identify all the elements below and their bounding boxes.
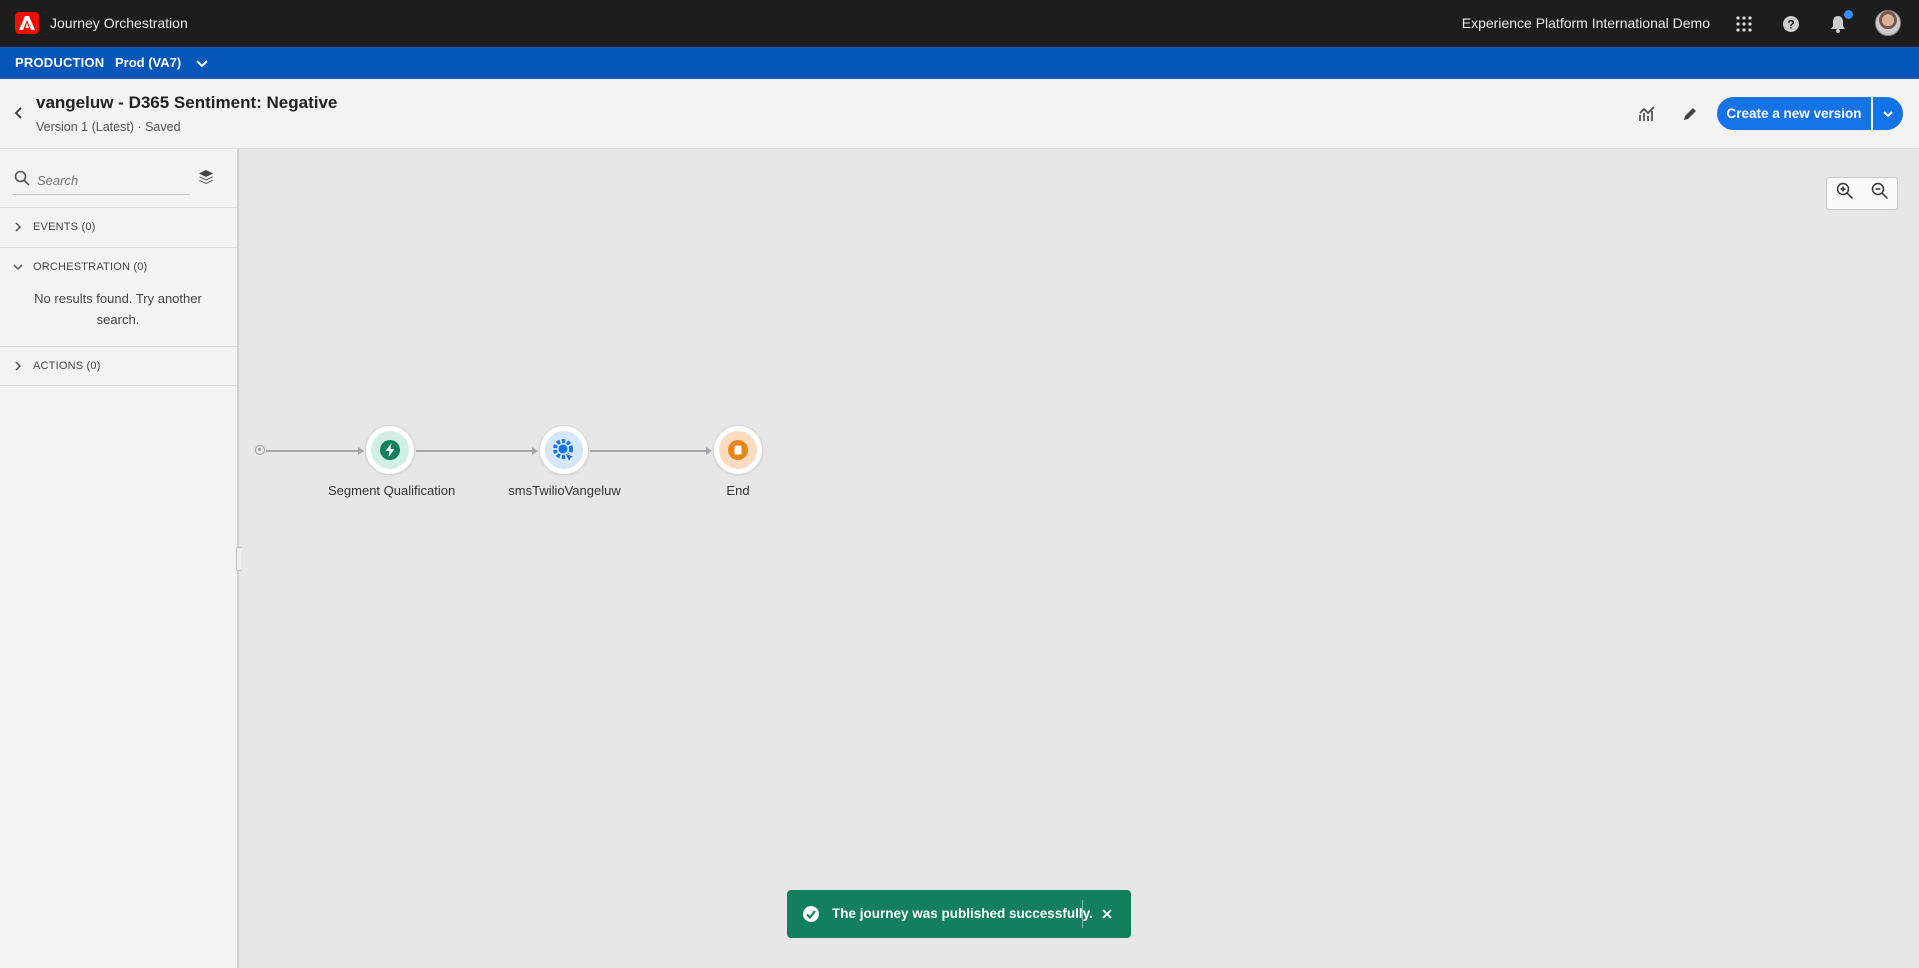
section-label: EVENTS (0) [33,221,96,233]
lightning-icon [380,440,400,460]
empty-message: No results found. Try another search. [34,291,202,327]
environment-bar: PRODUCTION Prod (VA7) [0,47,1919,79]
connector-arrow [358,447,364,455]
node-segment-qualification[interactable] [365,425,415,475]
chevron-down-icon [13,264,23,271]
create-new-version-button[interactable]: Create a new version [1717,97,1871,130]
chevron-down-icon [1883,110,1893,117]
connector-line [590,450,707,452]
zoom-out-icon[interactable] [1871,182,1889,205]
section-orchestration: ORCHESTRATION (0) No results found. Try … [0,247,237,346]
section-label: ORCHESTRATION (0) [33,261,148,273]
toast-message: The journey was published successfully. [832,906,1093,921]
custom-action-gear-icon [553,439,577,463]
toast-divider [1082,900,1083,928]
activity-palette: EVENTS (0) ORCHESTRATION (0) No results … [0,149,239,968]
sandbox-selector[interactable]: Prod (VA7) [115,55,181,70]
search-icon [14,170,30,191]
apps-grid-icon[interactable] [1732,12,1756,36]
edit-pencil-icon[interactable] [1679,103,1701,125]
environment-label: PRODUCTION [15,55,105,70]
svg-text:?: ? [1787,18,1794,32]
node-label: Segment Qualification [328,483,456,498]
palette-search [12,167,190,195]
node-end[interactable] [713,425,763,475]
adobe-logo[interactable] [15,12,39,34]
avatar[interactable] [1875,10,1901,36]
app-title[interactable]: Journey Orchestration [50,15,188,31]
node-icon-wrap [371,431,409,469]
help-icon[interactable]: ? [1779,12,1803,36]
close-icon[interactable] [1099,906,1115,922]
node-icon-wrap [545,431,583,469]
node-sms-action[interactable] [539,425,589,475]
section-label: ACTIONS (0) [33,360,101,372]
node-label: smsTwilioVangeluw [508,483,621,498]
journey-header: vangeluw - D365 Sentiment: Negative Vers… [0,79,1919,149]
version-status: Version 1 (Latest) · Saved [36,120,181,134]
section-header[interactable]: EVENTS (0) [12,208,96,246]
journey-canvas[interactable] [241,149,1919,968]
zoom-controls [1826,177,1898,210]
chevron-right-icon [15,361,22,371]
section-events: EVENTS (0) [0,207,237,247]
report-chart-icon[interactable] [1636,103,1658,125]
success-toast: The journey was published successfully. [787,890,1131,938]
create-version-dropdown-button[interactable] [1873,97,1903,130]
journey-start-point [255,445,265,455]
connector-arrow [706,447,712,455]
connector-line [416,450,533,452]
notification-badge [1844,10,1853,19]
search-input[interactable] [37,170,187,190]
back-arrow-icon[interactable] [10,104,28,122]
layers-icon[interactable] [198,169,214,190]
checkmark-circle-icon [802,905,820,928]
section-header[interactable]: ORCHESTRATION (0) [12,248,147,286]
stop-icon [728,440,748,460]
connector-arrow [532,447,538,455]
chevron-right-icon [15,222,22,232]
section-actions: ACTIONS (0) [0,346,237,386]
node-label: End [726,483,750,498]
section-header[interactable]: ACTIONS (0) [12,347,101,385]
connector-line [266,450,360,452]
org-switcher[interactable]: Experience Platform International Demo [1462,15,1710,31]
node-icon-wrap [719,431,757,469]
bell-icon[interactable] [1826,10,1853,36]
chevron-down-icon[interactable] [194,55,210,71]
page-title: vangeluw - D365 Sentiment: Negative [36,93,338,112]
zoom-in-icon[interactable] [1836,182,1854,205]
top-bar: Journey Orchestration Experience Platfor… [0,0,1919,47]
